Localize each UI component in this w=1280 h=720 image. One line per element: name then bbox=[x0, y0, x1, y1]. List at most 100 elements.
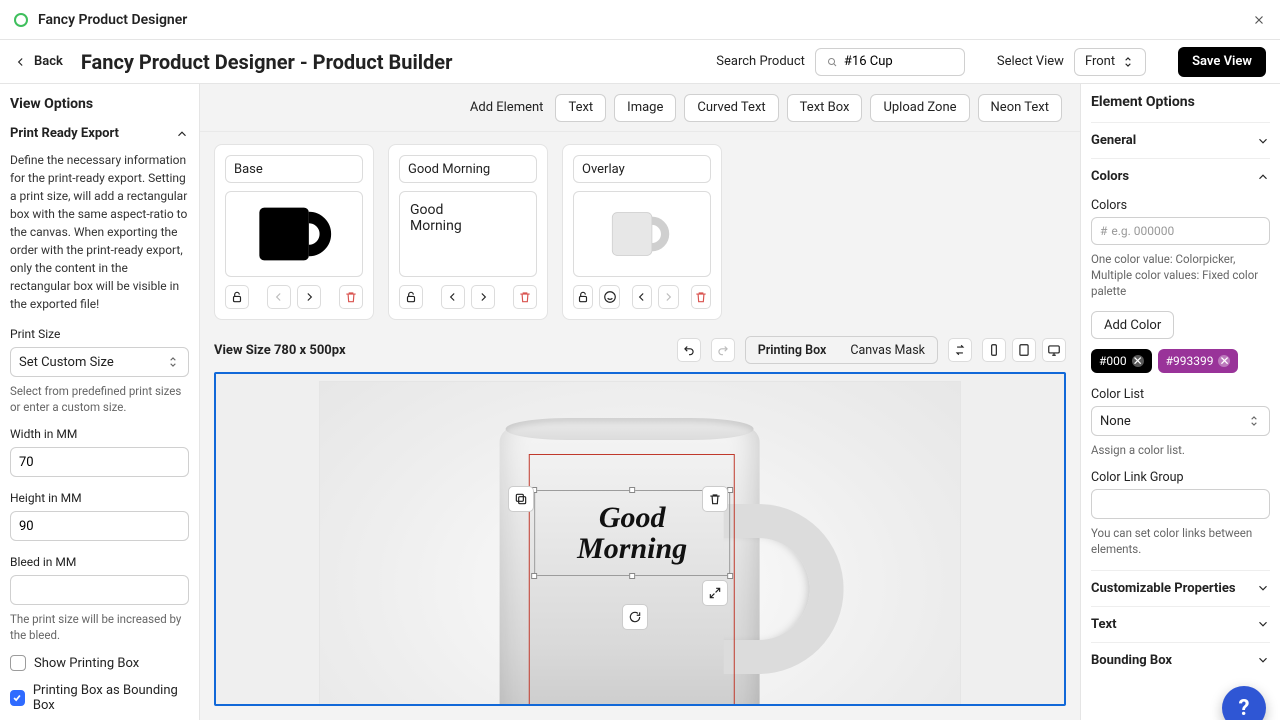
layer-name-input[interactable]: Base bbox=[225, 155, 363, 183]
right-panel-title: Element Options bbox=[1091, 94, 1270, 110]
chevron-right-icon[interactable] bbox=[297, 285, 321, 309]
checkbox-icon bbox=[10, 655, 26, 671]
back-button[interactable]: Back bbox=[14, 54, 63, 69]
bleed-help: The print size will be increased by the … bbox=[10, 611, 189, 643]
clg-input[interactable] bbox=[1091, 489, 1270, 519]
layer-preview bbox=[225, 191, 363, 277]
add-color-button[interactable]: Add Color bbox=[1091, 311, 1174, 339]
color-chip[interactable]: #993399 ✕ bbox=[1158, 349, 1239, 373]
width-label: Width in MM bbox=[10, 427, 189, 441]
smile-icon[interactable] bbox=[599, 285, 619, 309]
page-title: Fancy Product Designer - Product Builder bbox=[81, 50, 698, 74]
bleed-label: Bleed in MM bbox=[10, 555, 189, 569]
chevron-down-icon bbox=[1256, 617, 1270, 631]
layer-card-text[interactable]: Good Morning GoodMorning bbox=[388, 144, 548, 320]
print-size-select[interactable]: Set Custom Size bbox=[10, 347, 189, 377]
add-curved-text-button[interactable]: Curved Text bbox=[684, 94, 778, 122]
layer-name-input[interactable]: Good Morning bbox=[399, 155, 537, 183]
search-input[interactable] bbox=[815, 48, 965, 76]
chevron-down-icon bbox=[1256, 134, 1270, 148]
color-list-label: Color List bbox=[1091, 387, 1270, 402]
section-print-export[interactable]: Print Ready Export bbox=[10, 126, 189, 141]
section-bounding-box[interactable]: Bounding Box bbox=[1091, 642, 1270, 678]
left-panel-title: View Options bbox=[10, 96, 189, 112]
chevron-up-icon bbox=[1256, 170, 1270, 184]
lock-icon[interactable] bbox=[225, 285, 249, 309]
save-view-button[interactable]: Save View bbox=[1178, 47, 1266, 77]
desktop-icon[interactable] bbox=[1042, 338, 1066, 362]
lock-icon[interactable] bbox=[573, 285, 593, 309]
close-icon[interactable] bbox=[1252, 13, 1266, 27]
show-printing-box-checkbox[interactable]: Show Printing Box bbox=[10, 655, 189, 671]
app-logo bbox=[14, 13, 28, 27]
chevron-up-icon bbox=[175, 127, 189, 141]
clg-help: You can set color links between elements… bbox=[1091, 525, 1270, 557]
add-element-label: Add Element bbox=[470, 100, 544, 115]
view-size-label: View Size 780 x 500px bbox=[214, 343, 667, 358]
bleed-input[interactable] bbox=[10, 575, 189, 605]
back-label: Back bbox=[34, 54, 63, 69]
tablet-icon[interactable] bbox=[1012, 338, 1036, 362]
section-description: Define the necessary information for the… bbox=[10, 151, 189, 313]
chevron-left-icon[interactable] bbox=[267, 285, 291, 309]
chevron-down-icon bbox=[1256, 653, 1270, 667]
checkbox-checked-icon bbox=[10, 690, 25, 706]
text-selection[interactable]: GoodMorning bbox=[534, 490, 730, 576]
trash-icon[interactable] bbox=[513, 285, 537, 309]
toggle-printing-box[interactable]: Printing Box bbox=[746, 337, 839, 363]
trash-icon[interactable] bbox=[339, 285, 363, 309]
chevron-left-icon[interactable] bbox=[441, 285, 465, 309]
layer-card-base[interactable]: Base bbox=[214, 144, 374, 320]
duplicate-icon[interactable] bbox=[508, 486, 534, 512]
rotate-icon[interactable] bbox=[622, 604, 648, 630]
redo-icon[interactable] bbox=[711, 338, 735, 362]
remove-icon[interactable]: ✕ bbox=[1218, 355, 1230, 367]
section-general[interactable]: General bbox=[1091, 122, 1270, 158]
canvas-mode-toggle[interactable]: Printing Box Canvas Mask bbox=[745, 336, 938, 364]
swap-icon[interactable] bbox=[948, 338, 972, 362]
color-chip[interactable]: #000 ✕ bbox=[1091, 349, 1152, 373]
height-input[interactable] bbox=[10, 511, 189, 541]
select-view-value: Front bbox=[1085, 54, 1115, 69]
search-icon bbox=[826, 55, 838, 69]
add-text-box-button[interactable]: Text Box bbox=[787, 94, 863, 122]
expand-icon[interactable] bbox=[702, 580, 728, 606]
height-label: Height in MM bbox=[10, 491, 189, 505]
remove-icon[interactable]: ✕ bbox=[1132, 355, 1144, 367]
search-field[interactable] bbox=[844, 54, 954, 69]
sort-icon bbox=[1121, 55, 1135, 69]
toggle-canvas-mask[interactable]: Canvas Mask bbox=[838, 337, 937, 363]
width-input[interactable] bbox=[10, 447, 189, 477]
color-list-select[interactable]: None bbox=[1091, 406, 1270, 436]
add-neon-text-button[interactable]: Neon Text bbox=[978, 94, 1062, 122]
print-size-label: Print Size bbox=[10, 327, 189, 341]
select-view-dropdown[interactable]: Front bbox=[1074, 48, 1146, 76]
section-custom-props[interactable]: Customizable Properties bbox=[1091, 570, 1270, 606]
layer-card-overlay[interactable]: Overlay bbox=[562, 144, 722, 320]
design-canvas[interactable]: GoodMorning Color bbox=[214, 372, 1066, 706]
canvas-text[interactable]: GoodMorning bbox=[577, 502, 687, 565]
colors-label: Colors bbox=[1091, 198, 1270, 213]
print-size-help: Select from predefined print sizes or en… bbox=[10, 383, 189, 415]
chevron-right-icon[interactable] bbox=[471, 285, 495, 309]
section-colors[interactable]: Colors bbox=[1091, 158, 1270, 194]
chevron-left-icon[interactable] bbox=[632, 285, 652, 309]
layer-name-input[interactable]: Overlay bbox=[573, 155, 711, 183]
phone-icon[interactable] bbox=[982, 338, 1006, 362]
chevron-right-icon[interactable] bbox=[658, 285, 678, 309]
add-upload-zone-button[interactable]: Upload Zone bbox=[870, 94, 969, 122]
add-text-button[interactable]: Text bbox=[555, 94, 606, 122]
layer-preview bbox=[573, 191, 711, 277]
sort-icon bbox=[166, 355, 180, 369]
app-title: Fancy Product Designer bbox=[38, 12, 1242, 28]
printing-box-as-bb-checkbox[interactable]: Printing Box as Bounding Box bbox=[10, 683, 189, 713]
sort-icon bbox=[1247, 414, 1261, 428]
trash-icon[interactable] bbox=[691, 285, 711, 309]
color-list-help: Assign a color list. bbox=[1091, 442, 1270, 458]
colors-hex-input[interactable]: # e.g. 000000 bbox=[1091, 217, 1270, 245]
section-text[interactable]: Text bbox=[1091, 606, 1270, 642]
lock-icon[interactable] bbox=[399, 285, 423, 309]
add-image-button[interactable]: Image bbox=[614, 94, 676, 122]
undo-icon[interactable] bbox=[677, 338, 701, 362]
trash-icon[interactable] bbox=[702, 486, 728, 512]
